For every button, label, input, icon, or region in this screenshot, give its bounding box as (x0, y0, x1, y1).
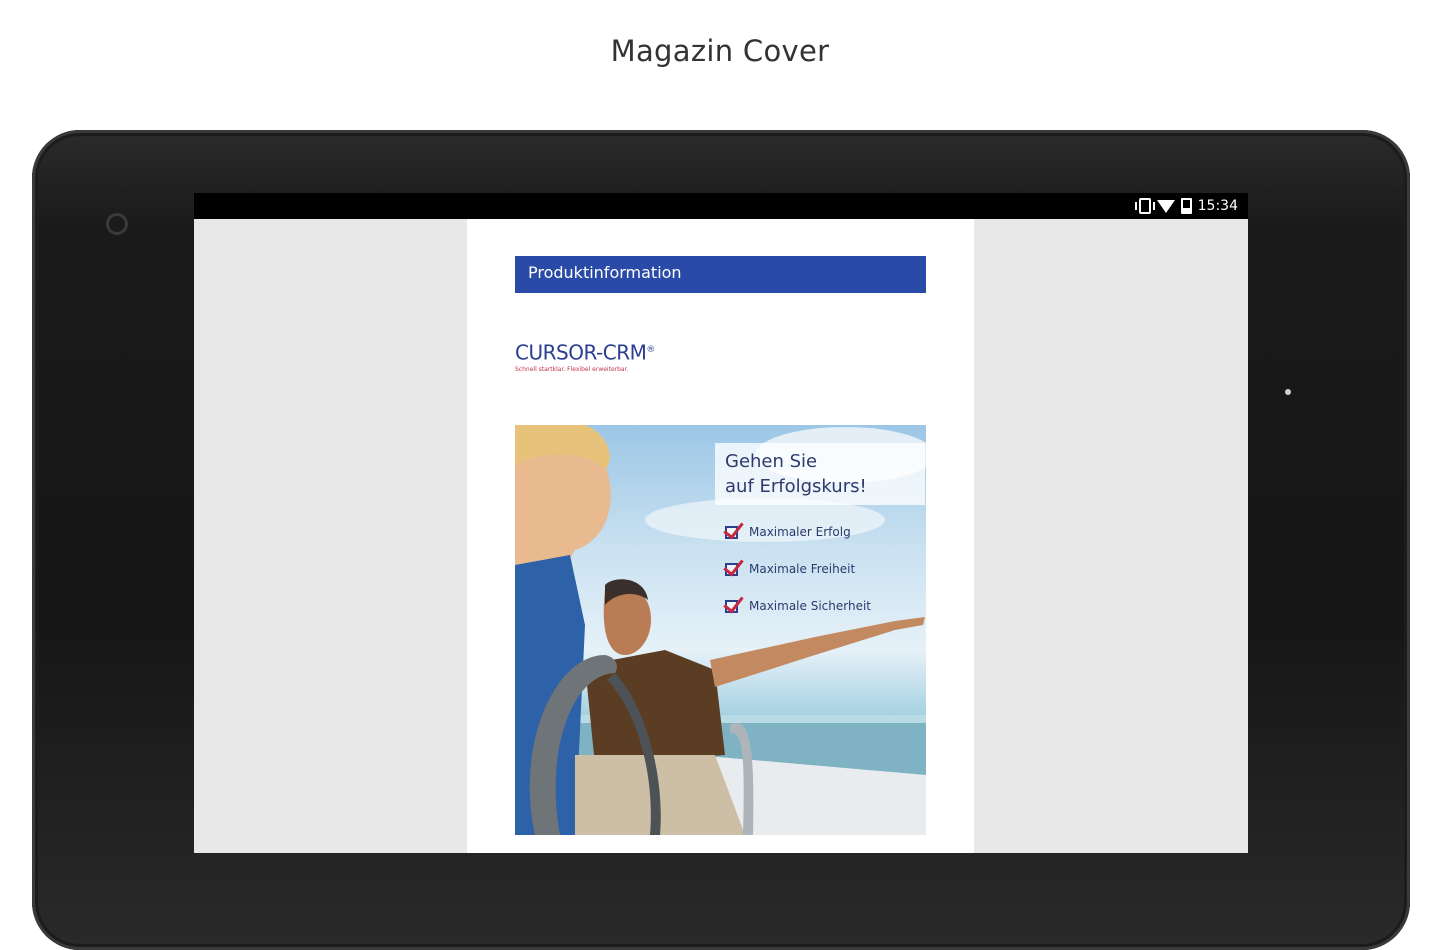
sensor-dot (1285, 389, 1291, 395)
checklist-text: Maximale Freiheit (749, 561, 856, 576)
page-title: Magazin Cover (610, 34, 830, 68)
checklist-text: Maximaler Erfolg (749, 524, 851, 539)
logo-text: CURSOR-CRM® (515, 340, 655, 365)
document-header-bar: Produktinformation (515, 256, 926, 293)
logo-tagline: Schnell startklar. Flexibel erweiterbar. (515, 365, 629, 373)
checkbox-checked-icon (723, 554, 744, 578)
benefit-checklist: Maximaler Erfolg Maximale Freiheit Maxim… (723, 513, 925, 624)
camera-icon (106, 213, 128, 235)
checkbox-checked-icon (723, 591, 744, 615)
list-item: Maximaler Erfolg (723, 513, 925, 550)
magazine-page[interactable]: Produktinformation CURSOR-CRM® Schnell s… (467, 219, 974, 853)
status-icons: 15:34 (1134, 196, 1238, 216)
cursor-crm-logo: CURSOR-CRM® Schnell startklar. Flexibel … (515, 339, 655, 373)
cover-image: Gehen Sie auf Erfolgskurs! Maximaler Erf… (515, 425, 926, 835)
headline-line-2: auf Erfolgskurs! (725, 476, 867, 497)
status-bar: 15:34 (194, 193, 1248, 219)
checkbox-checked-icon (723, 517, 744, 541)
battery-icon (1180, 198, 1192, 214)
cover-headline: Gehen Sie auf Erfolgskurs! (725, 449, 915, 499)
list-item: Maximale Sicherheit (723, 587, 925, 624)
list-item: Maximale Freiheit (723, 550, 925, 587)
wifi-icon (1156, 199, 1175, 213)
tablet-screen: 15:34 Produktinformation CURSOR-CRM® Sch… (194, 193, 1248, 853)
vibrate-icon (1134, 198, 1155, 214)
checklist-text: Maximale Sicherheit (749, 598, 872, 613)
status-time: 15:34 (1197, 198, 1238, 214)
headline-line-1: Gehen Sie (725, 451, 818, 472)
